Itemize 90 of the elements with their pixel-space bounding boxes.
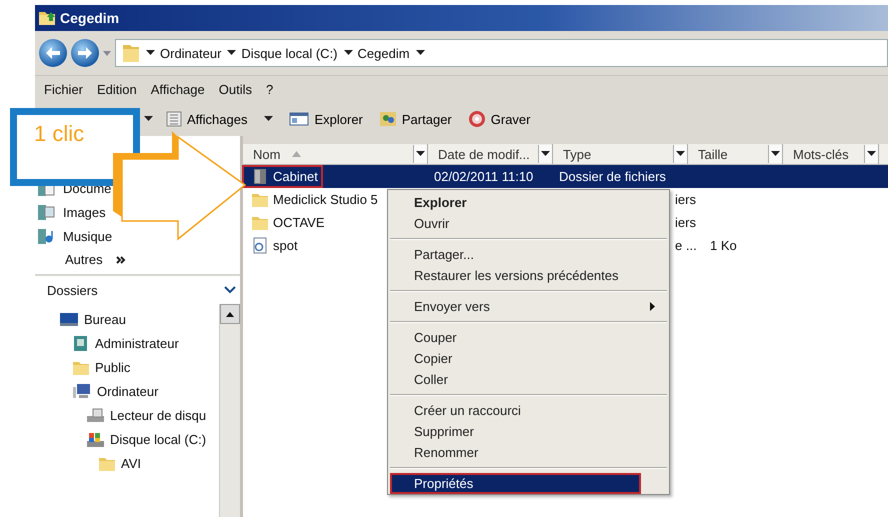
caret-icon [416,151,425,157]
tree-item[interactable]: Public [35,355,219,379]
scrollbar[interactable] [219,304,240,517]
tree-item[interactable]: AVI [35,451,219,475]
tree-item[interactable]: Bureau [35,307,219,331]
forward-arrow-icon [77,46,93,60]
back-button[interactable] [39,39,67,67]
caret-icon [103,50,111,56]
file-date: 02/02/2011 11:10 [434,169,534,184]
menu-item[interactable]: Fichier [37,82,90,96]
menu-item[interactable]: Edition [90,82,144,96]
file-name[interactable]: Mediclick Studio 5 [243,188,382,210]
column-header[interactable]: Taille [688,144,783,164]
context-menu-item[interactable]: Supprimer [390,421,667,442]
people-icon [378,111,397,127]
context-menu-item[interactable]: Coller [390,369,667,390]
caret-icon [541,151,550,157]
toolbar-button[interactable]: Explorer [286,109,366,129]
file-type: e ... [675,238,697,253]
context-menu-item[interactable]: Renommer [390,442,667,463]
caret-icon [676,151,685,157]
breadcrumb[interactable]: Disque local (C:) [241,46,338,60]
column-header[interactable]: Nom [243,144,428,164]
context-menu-item[interactable]: Explorer [390,192,667,213]
context-menu-item[interactable]: Copier [390,348,667,369]
menu-item[interactable]: Affichage [144,82,212,96]
scroll-up-icon [226,312,234,316]
images-icon [37,204,55,221]
file-name[interactable]: spot [243,234,302,256]
computer-icon [72,382,92,400]
folder-icon [122,43,140,63]
settings-file-icon [251,236,269,254]
music-icon [37,228,55,245]
caret-icon [771,151,780,157]
window-icon [289,111,310,127]
monitor-icon [59,311,79,327]
menu-item[interactable]: ? [258,82,280,96]
toolbar-button[interactable]: Partager [376,109,455,129]
file-name[interactable]: OCTAVE [243,212,329,232]
favorite-link[interactable]: Images [35,204,106,221]
caret-icon [344,50,353,56]
pane-title: Dossiers [47,282,98,298]
submenu-arrow-icon [650,302,655,311]
tree-item[interactable]: Administrateur [35,331,219,355]
caret-icon [416,50,425,56]
forward-button[interactable] [71,39,99,67]
caret-icon [264,116,274,122]
tree-item[interactable]: Ordinateur [35,379,219,403]
back-arrow-icon [45,46,61,60]
file-name[interactable]: Cabinet [243,166,322,186]
tree-item[interactable]: Disque local (C:) [35,427,219,451]
context-menu-item[interactable]: Partager... [390,244,667,265]
caret-icon [144,116,153,122]
address-bar[interactable]: Ordinateur Disque local (C:) Cegedim [115,39,888,67]
window-title: Cegedim [60,10,120,26]
column-header[interactable]: Type [553,144,688,164]
context-menu-item[interactable]: Couper [390,327,667,348]
column-header[interactable]: Date de modif... [428,144,553,164]
file-type: iers [675,215,696,230]
breadcrumb[interactable]: Cegedim [358,46,410,60]
sort-up-icon [292,151,302,157]
context-menu-item[interactable]: Créer un raccourci [390,400,667,421]
toolbar-button[interactable]: Affichages [163,109,276,129]
disk-icon [85,430,105,448]
favorite-link[interactable]: Autres [35,252,127,267]
file-type: iers [675,192,696,207]
menu-item[interactable]: Outils [212,82,259,96]
context-menu-item[interactable]: Ouvrir [390,213,667,234]
caret-icon [146,50,155,56]
toolbar-button[interactable]: Graver [464,108,534,130]
caret-icon [867,151,876,157]
column-header[interactable]: Mots-clés [783,144,879,164]
context-menu-item[interactable]: Envoyer vers [390,296,667,317]
double-chevron-icon [114,254,127,266]
chevron-down-icon [224,286,236,294]
favorite-link[interactable]: Musique [35,228,112,245]
disc-icon [468,110,486,128]
drive-icon [85,406,105,424]
context-menu-item[interactable]: Propriétés [390,473,641,494]
context-menu-item[interactable]: Restaurer les versions précédentes [390,265,667,286]
file-size: 1 Ko [710,238,737,253]
views-icon [166,111,182,127]
caret-icon [227,50,236,56]
file-type: Dossier de fichiers [559,169,666,184]
cabinet-icon [251,168,269,184]
selected-row[interactable]: Cabinet 02/02/2011 11:10 Dossier de fichiers [243,165,888,188]
breadcrumb[interactable]: Ordinateur [160,46,222,60]
tree-item[interactable]: Lecteur de disqu [35,403,219,427]
folder-icon [38,9,56,27]
user-folder-icon [72,334,90,352]
